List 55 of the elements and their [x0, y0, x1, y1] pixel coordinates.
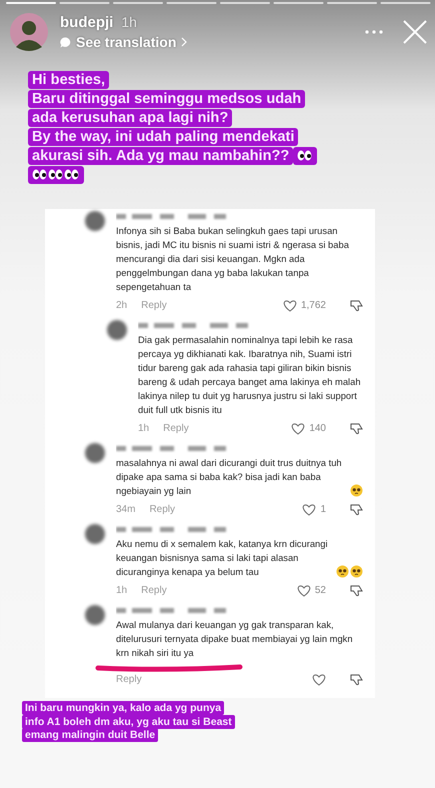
avatar[interactable]: [10, 13, 48, 51]
dislike-icon[interactable]: [350, 584, 363, 597]
dislike-icon[interactable]: [350, 299, 363, 312]
reply-link[interactable]: Reply: [141, 300, 167, 311]
close-icon[interactable]: [403, 20, 427, 44]
like-count: 1,762: [300, 300, 326, 311]
heart-icon[interactable]: [282, 300, 297, 312]
like-count: 52: [314, 585, 326, 596]
blurred-avatar[interactable]: [85, 211, 105, 231]
comment-text: Awal mulanya dari keuangan yg gak transparan kak, ditelurusuri ternyata dipake buat membiayai yg lain mgkn krn nikah siri itu ya: [116, 618, 354, 660]
reply-link[interactable]: Reply: [149, 504, 176, 515]
comment-time: 1h: [116, 585, 128, 596]
caption-text: info A1 boleh dm aku, yg aku tau si Beast: [22, 714, 235, 728]
pleading-face-icon: [336, 565, 349, 578]
blurred-avatar[interactable]: [85, 524, 105, 544]
speech-bubble-icon: [60, 36, 71, 48]
comment-text: Dia gak permasalahin nominalnya tapi lebih ke rasa percaya yg dikhianati kak. Ibaratnya nih, Suami istri tidur bareng gak ada rahasia tapi giliran bikin bisnis bareng & udah percaya banget ama lakinya eh malah lakinya nilep tu duit yg harusnya justru si laki support duit full utk bisnis itu: [138, 333, 362, 417]
caption-text: akurasi sih. Ada yg mau nambahin??: [28, 147, 294, 165]
eyes-icon: [64, 169, 79, 180]
comment-time: 2h: [116, 300, 128, 311]
heart-icon[interactable]: [312, 674, 326, 686]
comment-text: Aku nemu di x semalem kak, katanya krn dicurangi keuangan bisnisnya sama si laki tapi alasan dicuranginya kenapa ya belum tau: [116, 537, 329, 579]
post-time: 1h: [121, 14, 137, 30]
pleading-face-icon: [350, 484, 363, 497]
eyes-icon: [297, 150, 312, 161]
eyes-icon: [32, 169, 47, 180]
comment-text: masalahnya ni awal dari dicurangi duit trus duitnya tuh dipake apa sama si baba kak? bisa jadi kan baba ngebiayain yg lain: [116, 456, 343, 498]
comment-time: 1h: [138, 423, 150, 434]
like-count: 140: [309, 423, 326, 434]
caption-text: By the way, ini udah paling mendekati: [28, 128, 298, 146]
reply-link[interactable]: Reply: [163, 423, 189, 434]
dislike-icon[interactable]: [350, 422, 363, 435]
caption-text: Hi besties,: [28, 71, 109, 89]
dislike-icon[interactable]: [350, 503, 363, 516]
caption-text: Ini baru mungkin ya, kalo ada yg punya: [22, 701, 224, 715]
chevron-icon: [181, 37, 188, 47]
reply-link[interactable]: Reply: [141, 585, 167, 596]
caption-text: Baru ditinggal seminggu medsos udah: [28, 90, 306, 108]
blurred-avatar[interactable]: [85, 443, 105, 463]
dislike-icon[interactable]: [350, 673, 363, 686]
translation-link[interactable]: See translation: [76, 34, 176, 50]
comment-text: Infonya sih si Baba bukan selingkuh gaes tapi urusan bisnis, jadi MC itu bisnis ni suami istri & ngerasa si baba mencurangi dia dari sisi keuangan. Mgkn ada penggelmbungan dana yg baba lakukan tanpa sepengetahuan ta: [116, 224, 350, 294]
blurred-avatar[interactable]: [85, 605, 105, 625]
reply-link[interactable]: Reply: [116, 674, 142, 685]
username[interactable]: budepji: [60, 14, 114, 31]
caption-text: ada kerusuhan apa lagi nih?: [28, 109, 232, 127]
caption-text: emang malingin duit Belle: [22, 728, 158, 742]
heart-icon[interactable]: [291, 422, 306, 434]
eyes-icon: [48, 169, 63, 180]
heart-icon[interactable]: [296, 584, 311, 596]
like-count: 1: [320, 504, 326, 515]
comment-time: 34m: [116, 504, 136, 515]
blurred-avatar[interactable]: [107, 320, 127, 340]
pleading-face-icon: [350, 565, 363, 578]
heart-icon[interactable]: [302, 504, 316, 516]
